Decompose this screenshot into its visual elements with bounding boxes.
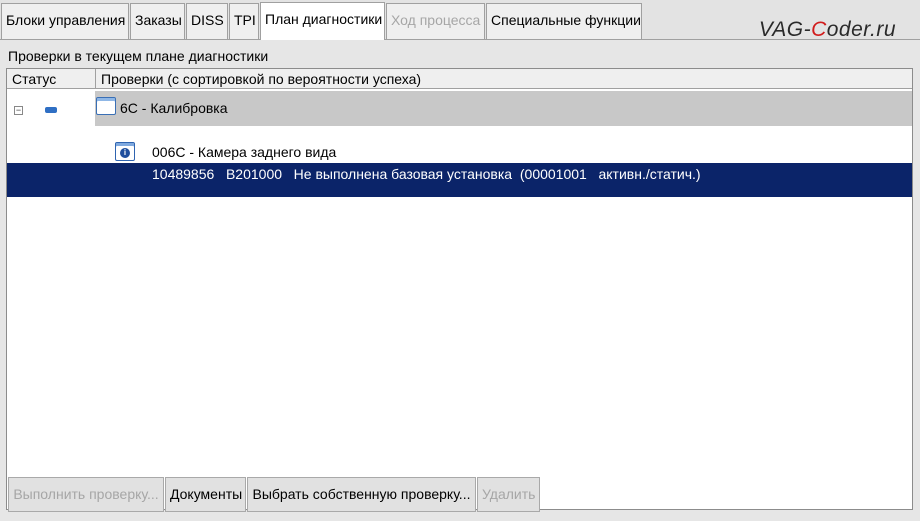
diagnostic-plan-panel: Проверки в текущем плане диагностики Ста… (0, 39, 920, 521)
selected-row-text: 10489856 B201000 Не выполнена базовая ус… (152, 166, 701, 182)
tab-orders[interactable]: Заказы (130, 3, 185, 39)
delete-button: Удалить (477, 477, 540, 512)
sub-item-label[interactable]: 006C - Камера заднего вида (152, 144, 336, 160)
choose-own-check-button[interactable]: Выбрать собственную проверку... (247, 477, 476, 512)
run-check-button: Выполнить проверку... (8, 477, 164, 512)
grid-header: Статус Проверки (с сортировкой по вероят… (7, 69, 912, 89)
selected-check-row[interactable]: 10489856 B201000 Не выполнена базовая ус… (7, 163, 912, 197)
window-icon (96, 97, 116, 115)
collapse-icon[interactable]: − (14, 106, 23, 115)
tab-tpi[interactable]: TPI (229, 3, 259, 39)
tab-diss[interactable]: DISS (186, 3, 228, 39)
button-bar: Выполнить проверку... Документы Выбрать … (0, 474, 920, 521)
group-label: 6C - Калибровка (120, 100, 228, 116)
tab-control-units[interactable]: Блоки управления (1, 3, 129, 39)
documents-button[interactable]: Документы (165, 477, 246, 512)
checks-grid: Статус Проверки (с сортировкой по вероят… (6, 68, 913, 510)
column-header-checks[interactable]: Проверки (с сортировкой по вероятности у… (96, 69, 421, 89)
group-row-calibration[interactable]: 6C - Калибровка (95, 91, 912, 126)
tab-special-functions[interactable]: Специальные функции (486, 3, 642, 39)
tab-process-progress: Ход процесса (386, 3, 485, 39)
column-header-status[interactable]: Статус (7, 69, 96, 89)
tab-diagnostic-plan[interactable]: План диагностики (260, 2, 385, 40)
section-title: Проверки в текущем плане диагностики (8, 48, 269, 64)
tab-bar: Блоки управления Заказы DISS TPI План ди… (0, 0, 920, 41)
info-icon: i (115, 142, 135, 161)
status-indicator-icon (45, 107, 57, 113)
